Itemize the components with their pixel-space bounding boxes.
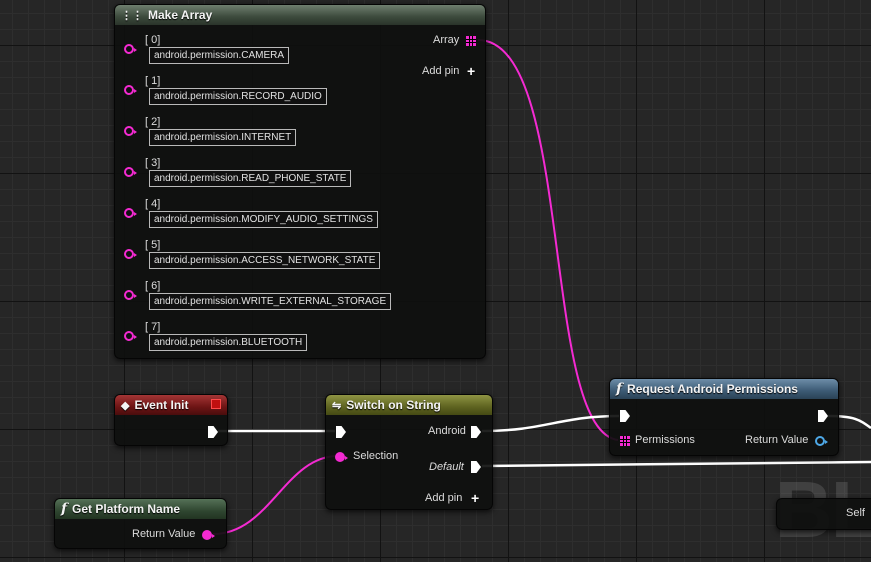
array-output-pin[interactable] [466,36,476,46]
item-1-pin[interactable] [124,85,137,95]
item-2-index: [ 2] [145,116,161,128]
item-7-value[interactable]: android.permission.BLUETOOTH [149,334,308,351]
default-exec-out-pin[interactable] [471,461,481,473]
event-delegate-pin-icon[interactable] [211,399,221,409]
item-1-value[interactable]: android.permission.RECORD_AUDIO [149,88,327,105]
function-icon: f [61,501,68,517]
event-init-title: Event Init [134,398,189,412]
permissions-array-pin[interactable] [620,436,630,446]
get-platform-header[interactable]: f Get Platform Name [55,499,226,519]
switch-on-string-node[interactable]: ⇋ Switch on String Selection Android Def… [325,394,493,510]
array-to-permissions-wire [477,39,619,441]
request-exec-in-pin[interactable] [620,410,630,422]
item-4-index: [ 4] [145,198,161,210]
platform-to-selection-wire [212,455,339,535]
item-6-index: [ 6] [145,280,161,292]
platform-return-label: Return Value [132,528,196,540]
array-output-label: Array [433,34,460,46]
android-exec-out-pin[interactable] [471,426,481,438]
make-array-title: Make Array [148,8,213,22]
selection-label: Selection [353,450,399,462]
switch-header[interactable]: ⇋ Switch on String [326,395,492,415]
item-7-pin[interactable] [124,331,137,341]
request-permissions-title: Request Android Permissions [627,382,798,396]
item-0-pin[interactable] [124,44,137,54]
item-2-value[interactable]: android.permission.INTERNET [149,129,297,146]
item-5-index: [ 5] [145,239,161,251]
event-init-node[interactable]: ◆ Event Init [114,394,228,446]
request-return-bool-pin[interactable] [815,436,828,446]
request-permissions-header[interactable]: f Request Android Permissions [610,379,838,399]
get-platform-name-node[interactable]: f Get Platform Name Return Value [54,498,227,549]
item-6-value[interactable]: android.permission.WRITE_EXTERNAL_STORAG… [149,293,392,310]
switch-icon: ⇋ [332,399,342,412]
get-platform-title: Get Platform Name [72,502,181,516]
item-3-value[interactable]: android.permission.READ_PHONE_STATE [149,170,352,187]
item-6-pin[interactable] [124,290,137,300]
partial-offscreen-node[interactable]: Self [776,498,871,530]
make-array-add-pin-label[interactable]: Add pin [422,65,459,77]
permissions-label: Permissions [635,434,695,446]
event-init-header[interactable]: ◆ Event Init [115,395,227,415]
switch-exec-in-pin[interactable] [336,426,346,438]
request-exec-out-pin[interactable] [818,410,828,422]
self-label: Self [846,507,865,519]
make-array-header[interactable]: ⋮⋮ Make Array [115,5,485,25]
switch-add-pin-icon[interactable]: + [471,491,479,505]
switch-title: Switch on String [346,398,441,412]
item-3-index: [ 3] [145,157,161,169]
android-to-request-exec-wire [481,414,620,433]
item-4-pin[interactable] [124,208,137,218]
default-label: Default [429,461,464,473]
item-2-pin[interactable] [124,126,137,136]
make-array-add-pin-icon[interactable]: + [467,64,475,78]
selection-pin[interactable] [335,452,348,462]
item-5-pin[interactable] [124,249,137,259]
item-7-index: [ 7] [145,321,161,333]
platform-return-pin[interactable] [202,530,215,540]
item-5-value[interactable]: android.permission.ACCESS_NETWORK_STATE [149,252,381,269]
item-0-value[interactable]: android.permission.CAMERA [149,47,290,64]
request-return-label: Return Value [745,434,809,446]
array-grid-icon: ⋮⋮ [121,9,143,22]
function-icon: f [616,381,623,397]
item-1-index: [ 1] [145,75,161,87]
item-3-pin[interactable] [124,167,137,177]
event-diamond-icon: ◆ [121,399,130,412]
switch-add-pin-label[interactable]: Add pin [425,492,462,504]
request-android-permissions-node[interactable]: f Request Android Permissions Permission… [609,378,839,456]
make-array-node[interactable]: ⋮⋮ Make Array Array Add pin + [ 0] andro… [114,4,486,359]
android-label: Android [428,425,466,437]
item-0-index: [ 0] [145,34,161,46]
event-init-exec-out-pin[interactable] [208,426,218,438]
item-4-value[interactable]: android.permission.MODIFY_AUDIO_SETTINGS [149,211,378,228]
